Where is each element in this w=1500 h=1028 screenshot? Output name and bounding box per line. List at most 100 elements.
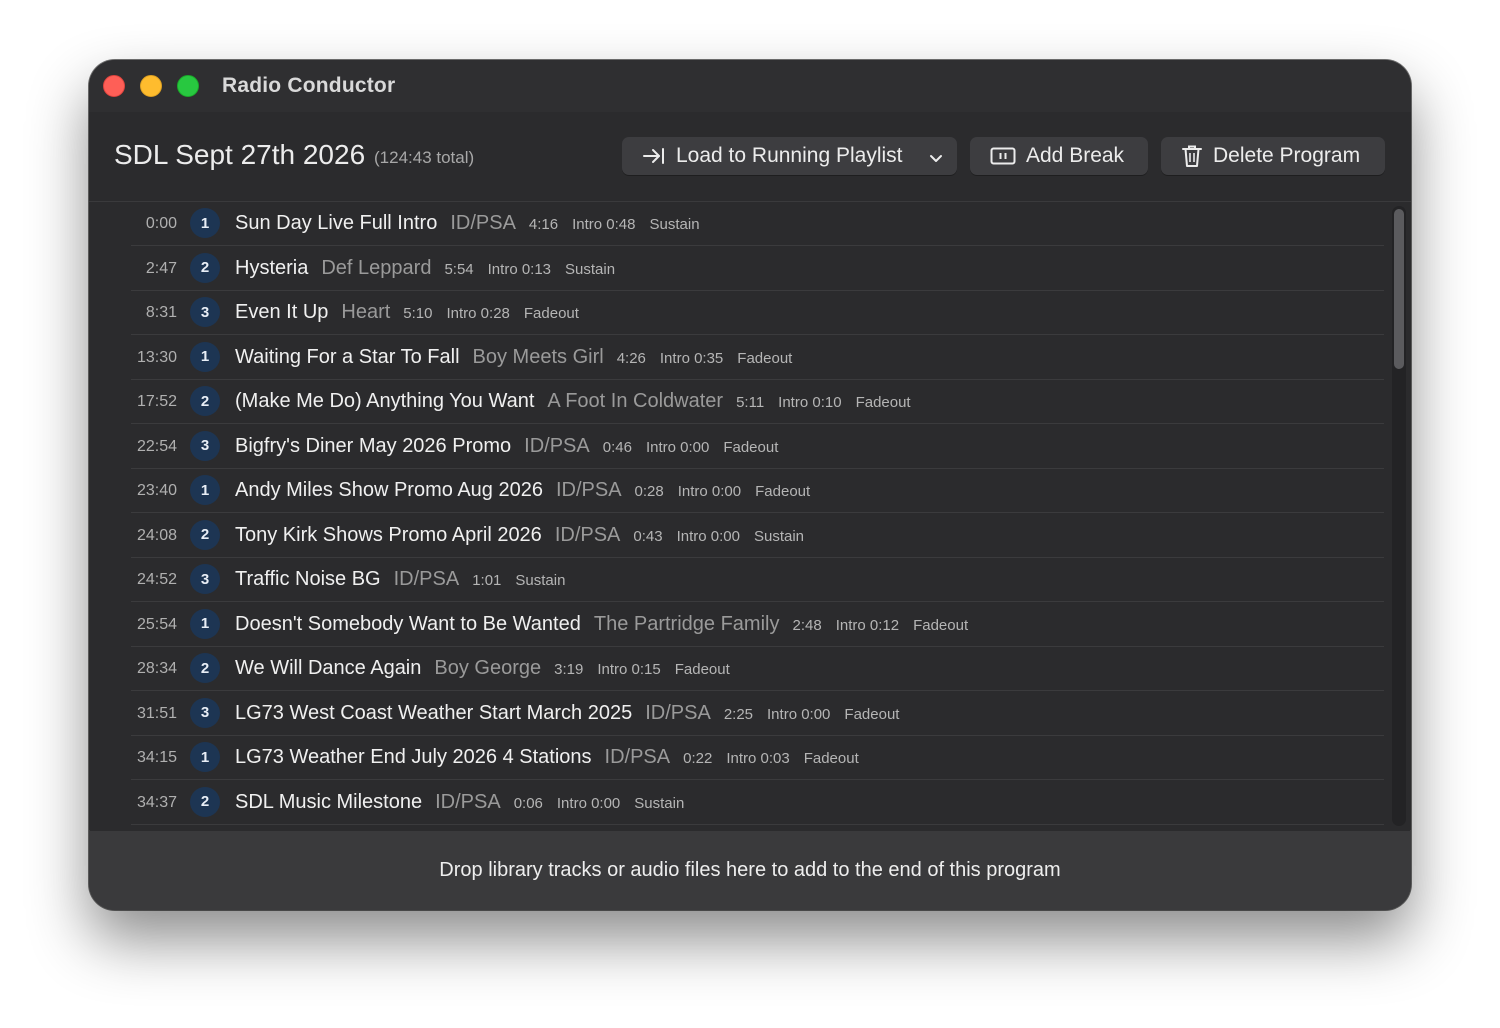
track-start-time: 17:52 [136, 393, 177, 410]
track-ending: Fadeout [723, 438, 779, 456]
track-start-time: 34:37 [136, 793, 177, 811]
track-row[interactable]: 8:31 3 Even It Up Heart 5:10 Intro 0:28 … [131, 291, 1384, 335]
track-artist: A Foot In Coldwater [547, 390, 724, 412]
track-info: SDL Music Milestone ID/PSA 0:06 Intro 0:… [235, 791, 698, 814]
track-length: 5:54 [444, 260, 474, 278]
title-bar: Radio Conductor [89, 60, 1411, 113]
track-row[interactable]: 31:51 3 LG73 West Coast Weather Start Ma… [131, 692, 1384, 736]
track-info: Hysteria Def Leppard 5:54 Intro 0:13 Sus… [235, 257, 629, 280]
track-title: Bigfry's Diner May 2026 Promo [235, 434, 512, 457]
zoom-window-button[interactable] [177, 75, 199, 97]
track-title: Even It Up [235, 301, 329, 323]
track-row[interactable]: 23:40 1 Andy Miles Show Promo Aug 2026 I… [131, 469, 1384, 513]
track-list-scrollbar[interactable] [1392, 206, 1406, 826]
track-intro: Intro 0:48 [572, 216, 636, 233]
track-intro: Intro 0:00 [767, 705, 831, 723]
track-artist: ID/PSA [555, 479, 622, 501]
track-slot-badge: 2 [190, 786, 220, 817]
track-slot-badge: 2 [190, 653, 220, 683]
track-start-time: 0:00 [145, 215, 177, 232]
track-slot-badge: 2 [190, 386, 220, 416]
track-ending: Fadeout [755, 483, 811, 500]
track-info: Andy Miles Show Promo Aug 2026 ID/PSA 0:… [235, 479, 824, 502]
close-window-button[interactable] [103, 75, 125, 97]
track-info: LG73 West Coast Weather Start March 2025… [235, 702, 913, 725]
track-title: Andy Miles Show Promo Aug 2026 [235, 479, 543, 501]
program-header: SDL Sept 27th 2026 (124:43 total) Load t… [89, 112, 1411, 202]
track-length: 1:01 [472, 572, 502, 589]
track-length: 4:16 [528, 216, 559, 233]
add-break-label: Add Break [1026, 144, 1125, 167]
trash-icon [1181, 144, 1203, 168]
track-title: Doesn't Somebody Want to Be Wanted [235, 612, 581, 635]
track-intro: Intro 0:15 [597, 661, 661, 678]
track-start-time: 28:34 [136, 660, 177, 677]
scrollbar-thumb[interactable] [1394, 209, 1404, 369]
track-artist: ID/PSA [604, 746, 671, 768]
track-row[interactable]: 24:08 2 Tony Kirk Shows Promo April 2026… [131, 514, 1384, 558]
track-ending: Fadeout [674, 661, 730, 678]
track-slot-badge: 3 [190, 297, 220, 327]
track-slot-badge: 3 [190, 430, 220, 461]
track-length: 0:46 [602, 438, 632, 456]
track-artist: ID/PSA [450, 212, 516, 234]
track-artist: ID/PSA [645, 701, 711, 724]
track-row[interactable]: 34:15 1 LG73 Weather End July 2026 4 Sta… [131, 736, 1384, 780]
track-row[interactable]: 25:54 1 Doesn't Somebody Want to Be Want… [131, 603, 1384, 647]
drop-zone[interactable]: Drop library tracks or audio files here … [89, 831, 1411, 910]
track-row[interactable]: 22:54 3 Bigfry's Diner May 2026 Promo ID… [131, 425, 1384, 469]
track-info: Traffic Noise BG ID/PSA 1:01 Sustain [235, 568, 579, 591]
track-intro: Intro 0:28 [446, 305, 510, 322]
track-title: Tony Kirk Shows Promo April 2026 [235, 523, 542, 546]
track-artist: ID/PSA [524, 434, 590, 457]
track-info: Tony Kirk Shows Promo April 2026 ID/PSA … [235, 524, 818, 547]
track-info: Waiting For a Star To Fall Boy Meets Gir… [235, 346, 806, 369]
track-artist: The Partridge Family [593, 612, 780, 635]
track-info: Even It Up Heart 5:10 Intro 0:28 Fadeout [235, 301, 593, 324]
track-info: We Will Dance Again Boy George 3:19 Intr… [235, 657, 744, 680]
track-intro: Intro 0:12 [835, 616, 900, 634]
track-slot-badge: 3 [190, 564, 220, 594]
track-slot-badge: 3 [190, 697, 220, 728]
track-row[interactable]: 24:52 3 Traffic Noise BG ID/PSA 1:01 Sus… [131, 558, 1384, 602]
load-to-running-playlist-button[interactable]: Load to Running Playlist [622, 137, 957, 175]
track-artist: ID/PSA [393, 568, 460, 590]
track-row[interactable]: 28:34 2 We Will Dance Again Boy George 3… [131, 647, 1384, 691]
track-row[interactable]: 17:52 2 (Make Me Do) Anything You Want A… [131, 380, 1384, 424]
track-title: SDL Music Milestone [235, 790, 423, 813]
track-ending: Fadeout [737, 349, 793, 367]
track-info: (Make Me Do) Anything You Want A Foot In… [235, 390, 925, 413]
track-info: Bigfry's Diner May 2026 Promo ID/PSA 0:4… [235, 435, 792, 458]
track-intro: Intro 0:00 [676, 527, 740, 545]
track-length: 3:19 [554, 661, 584, 678]
track-start-time: 2:47 [145, 259, 177, 277]
program-title: SDL Sept 27th 2026 [114, 139, 366, 170]
track-title: Traffic Noise BG [235, 568, 381, 590]
track-row[interactable]: 13:30 1 Waiting For a Star To Fall Boy M… [131, 336, 1384, 380]
track-slot-badge: 1 [190, 742, 220, 772]
track-row[interactable]: 2:47 2 Hysteria Def Leppard 5:54 Intro 0… [131, 247, 1384, 291]
minimize-window-button[interactable] [140, 75, 162, 97]
track-slot-badge: 1 [190, 608, 220, 639]
track-slot-badge: 1 [190, 341, 220, 372]
track-slot-badge: 1 [190, 475, 220, 505]
track-title: LG73 Weather End July 2026 4 Stations [235, 746, 592, 768]
track-length: 0:22 [683, 750, 713, 767]
chevron-down-icon[interactable] [929, 148, 943, 172]
track-row[interactable]: 0:00 1 Sun Day Live Full Intro ID/PSA 4:… [131, 202, 1384, 246]
track-ending: Sustain [565, 260, 616, 278]
add-break-button[interactable]: Add Break [970, 137, 1148, 175]
track-intro: Intro 0:10 [778, 394, 842, 411]
track-ending: Fadeout [913, 616, 969, 634]
track-artist: ID/PSA [554, 523, 621, 546]
track-start-time: 34:15 [136, 749, 177, 766]
track-ending: Fadeout [844, 705, 900, 723]
program-track-list[interactable]: 0:00 1 Sun Day Live Full Intro ID/PSA 4:… [89, 202, 1411, 830]
delete-program-button[interactable]: Delete Program [1161, 137, 1385, 175]
track-intro: Intro 0:03 [726, 750, 790, 767]
track-slot-badge: 1 [190, 208, 220, 238]
track-title: Sun Day Live Full Intro [235, 212, 438, 234]
track-row[interactable]: 34:37 2 SDL Music Milestone ID/PSA 0:06 … [131, 781, 1384, 825]
track-length: 5:10 [403, 305, 433, 322]
track-title: Hysteria [235, 256, 309, 279]
